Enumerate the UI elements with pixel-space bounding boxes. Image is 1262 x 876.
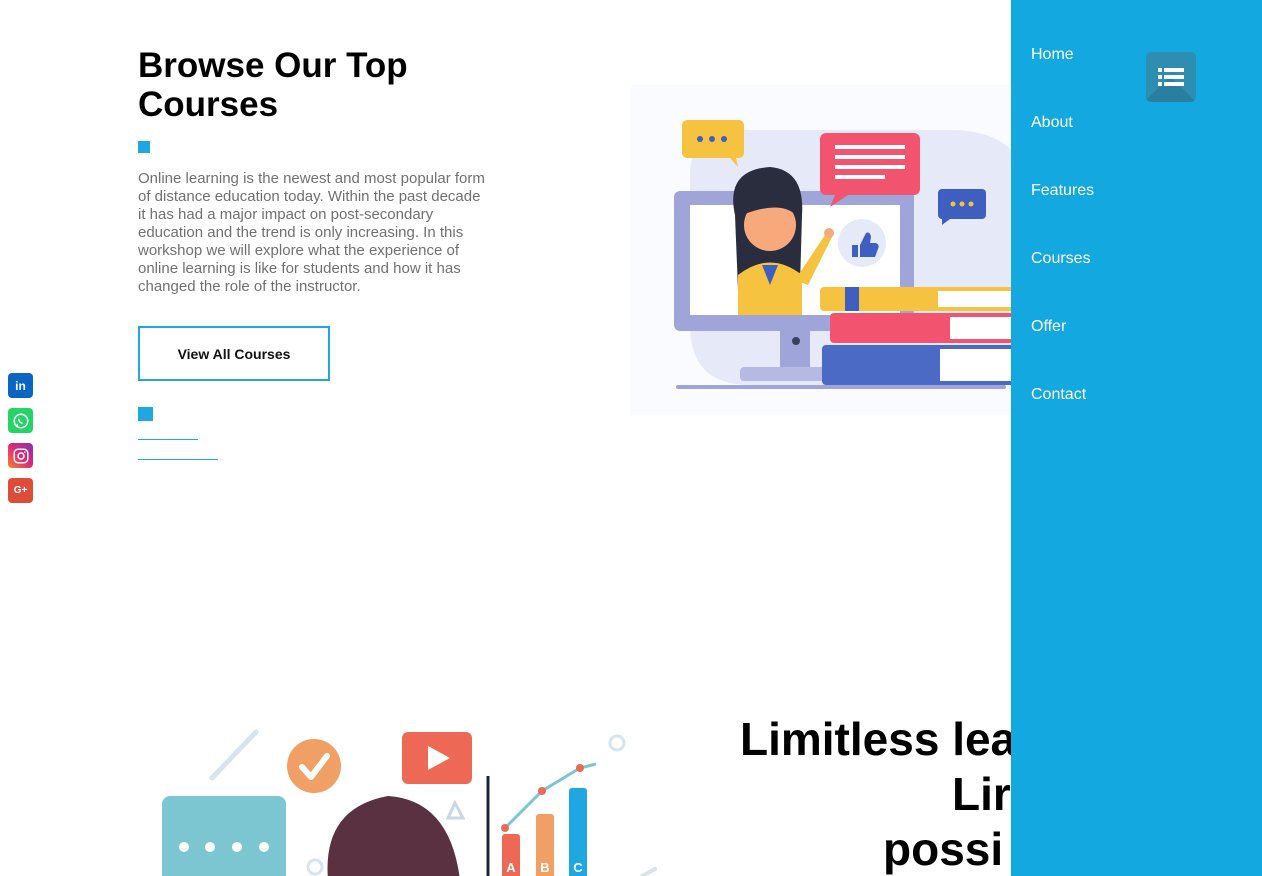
courses-section: Browse Our Top Courses Online learning i… <box>138 46 498 381</box>
nav-item-home[interactable]: Home <box>1031 44 1094 112</box>
menu-toggle-button[interactable] <box>1146 52 1196 102</box>
instagram-icon[interactable] <box>8 443 33 468</box>
page-title: Browse Our Top Courses <box>138 46 408 124</box>
instagram-glyph <box>13 448 28 463</box>
linkedin-icon[interactable]: in <box>8 373 33 398</box>
nav-item-about[interactable]: About <box>1031 112 1094 180</box>
learning-analytics-illustration: A B C <box>150 720 670 876</box>
nav-item-contact[interactable]: Contact <box>1031 384 1094 452</box>
online-teacher-illustration <box>630 85 1050 415</box>
courses-description: Online learning is the newest and most p… <box>138 170 485 295</box>
whatsapp-icon[interactable] <box>8 408 33 433</box>
list-icon <box>1158 68 1184 86</box>
side-nav-panel: Home About Features Courses Offer Contac… <box>1011 0 1262 876</box>
nav-item-courses[interactable]: Courses <box>1031 248 1094 316</box>
bar-label-a: A <box>506 860 516 875</box>
nav-menu: Home About Features Courses Offer Contac… <box>1031 44 1094 452</box>
linkedin-glyph: in <box>15 378 26 393</box>
view-all-courses-button[interactable]: View All Courses <box>138 326 330 381</box>
googleplus-glyph: G+ <box>13 484 28 496</box>
nav-item-offer[interactable]: Offer <box>1031 316 1094 384</box>
bar-label-c: C <box>573 860 583 875</box>
link-underline-wide[interactable] <box>138 459 218 460</box>
accent-square-lower <box>138 407 153 421</box>
page: in G+ Browse Our Top Courses Online lear… <box>0 0 1262 876</box>
social-bar: in G+ <box>8 373 33 513</box>
link-underline[interactable] <box>138 439 198 440</box>
googleplus-icon[interactable]: G+ <box>8 478 33 503</box>
whatsapp-glyph <box>13 413 28 428</box>
nav-item-features[interactable]: Features <box>1031 180 1094 248</box>
bar-label-b: B <box>540 860 549 875</box>
accent-square <box>138 141 150 153</box>
